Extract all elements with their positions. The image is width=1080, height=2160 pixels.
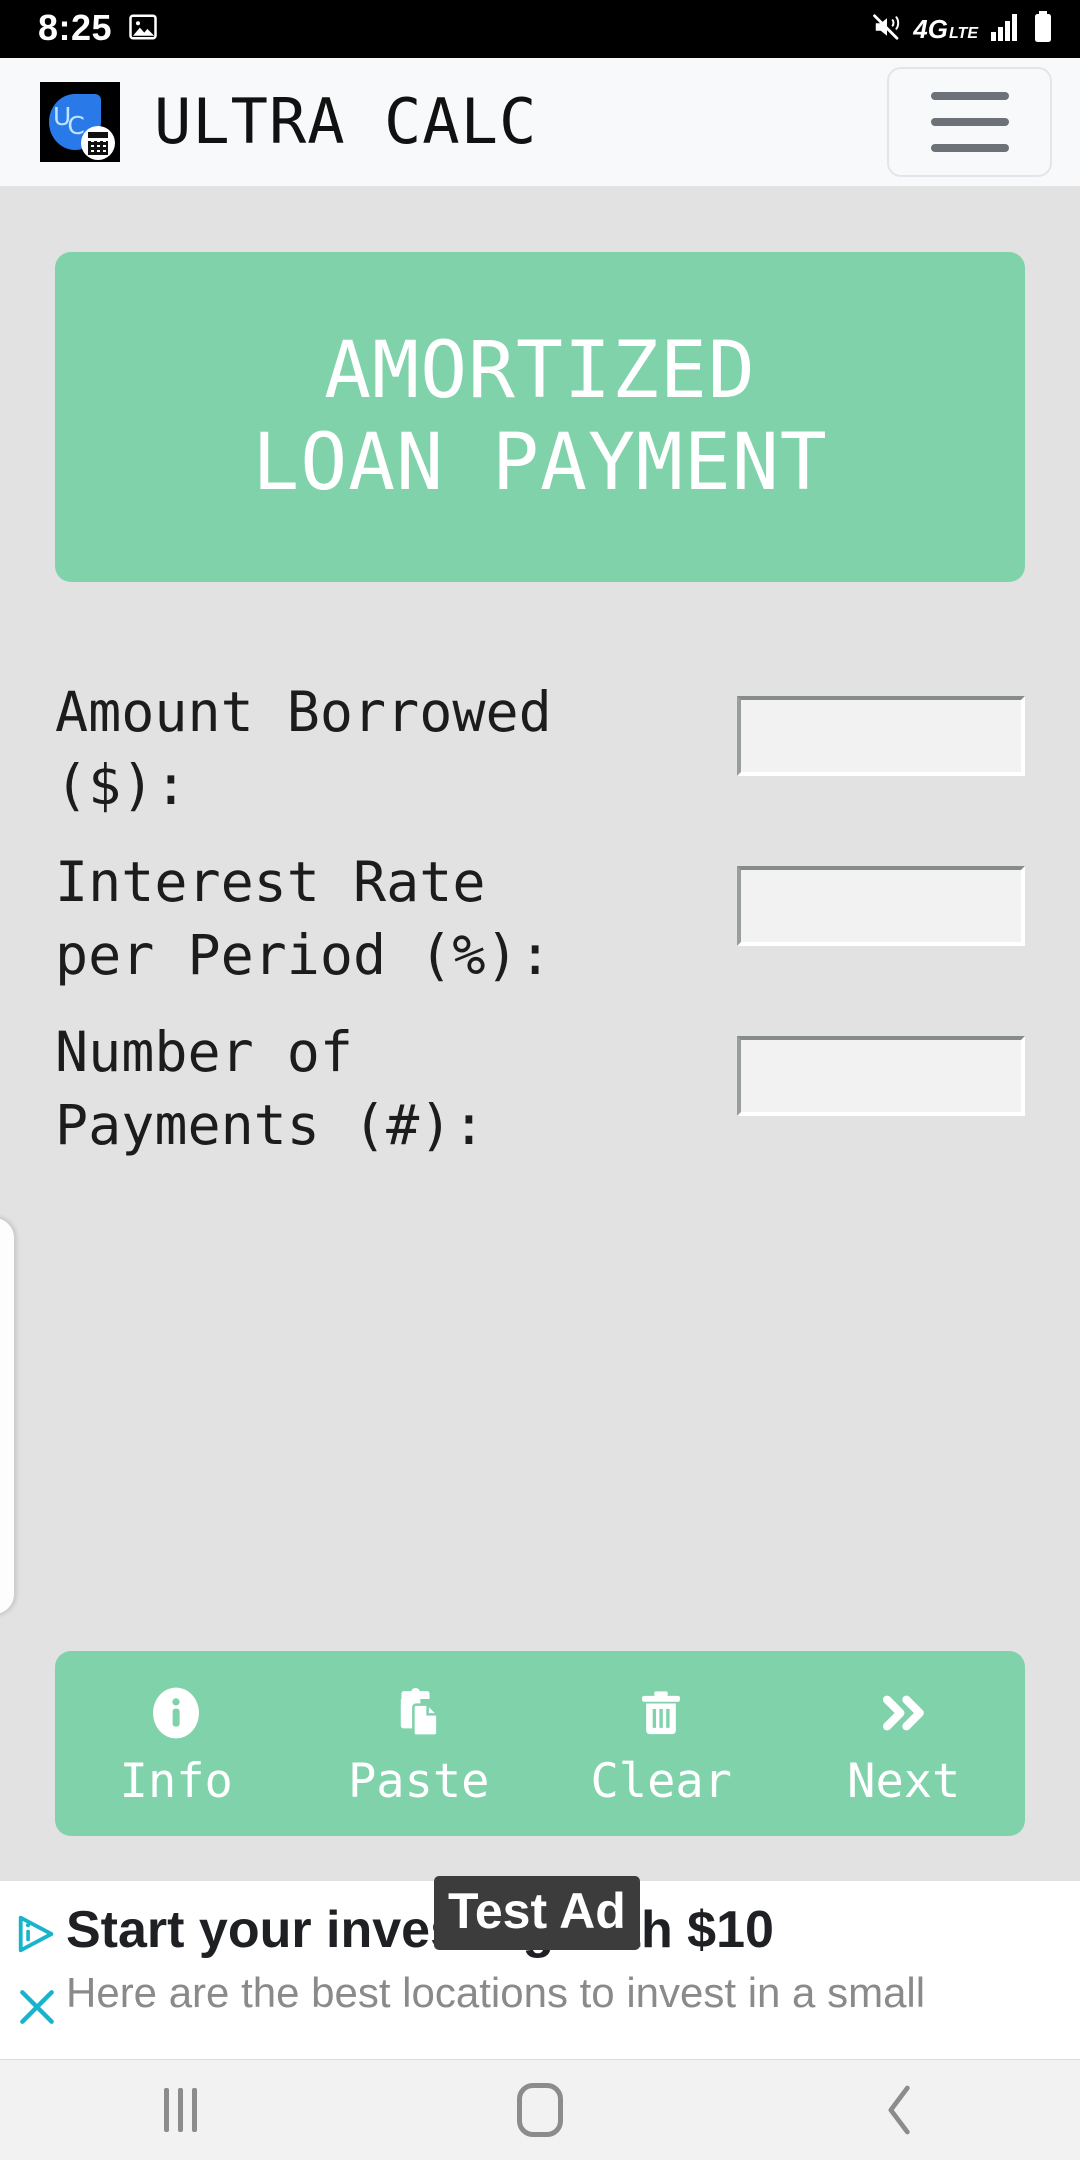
interest-rate-field[interactable] [737,866,1025,946]
info-circle-icon [147,1682,205,1744]
next-button[interactable]: Next [783,1651,1026,1836]
network-type-label: 4G [913,14,948,44]
paste-button-label: Paste [348,1754,490,1809]
clear-button-label: Clear [590,1754,732,1809]
recents-bar-1 [163,2088,169,2132]
logo-letter-c: C [67,111,85,140]
back-icon[interactable] [720,2081,1080,2139]
4g-lte-icon: 4G LTE [913,16,978,42]
recents-icon[interactable] [0,2088,360,2132]
home-icon[interactable] [360,2083,720,2137]
trash-icon [634,1682,688,1744]
number-of-payments-field[interactable] [737,1036,1025,1116]
recents-bar-2 [177,2088,183,2132]
close-x-icon[interactable] [15,1985,59,2033]
form-row: Number of Payments (#): [55,1016,1025,1162]
adchoices-icon[interactable] [14,1911,60,1961]
recents-bar-3 [191,2088,197,2132]
amount-borrowed-input[interactable] [741,700,1021,772]
clear-button[interactable]: Clear [540,1651,783,1836]
ad-subtext: Here are the best locations to invest in… [66,1969,926,2017]
network-subtype-label: LTE [948,25,978,42]
info-button[interactable]: Info [55,1651,298,1836]
signal-bars-icon [989,12,1021,46]
app-logo-icon: UC [40,82,120,162]
hamburger-menu-icon[interactable] [887,67,1052,177]
status-bar-left: 8:25 [38,7,158,48]
menu-bar-3 [930,144,1009,152]
menu-bar-2 [930,118,1009,126]
status-bar-right: 4G LTE [872,11,1054,47]
menu-bar-1 [930,92,1009,100]
action-toolbar: Info Paste Clear Next [55,1651,1025,1836]
mute-icon [872,12,902,46]
test-ad-badge: Test Ad [434,1876,640,1950]
battery-icon [1032,11,1054,47]
calculator-form: Amount Borrowed ($): Interest Rate per P… [55,676,1025,1186]
home-glyph [517,2083,563,2137]
calculator-title-banner: AMORTIZED LOAN PAYMENT [55,252,1025,582]
edge-panel-handle[interactable] [0,1216,16,1616]
back-glyph [888,2085,910,2135]
logo-letters: UC [53,104,85,138]
next-button-label: Next [847,1754,961,1809]
image-icon [128,12,158,46]
interest-rate-label: Interest Rate per Period (%): [55,850,552,987]
clipboard-paste-icon [391,1682,447,1744]
phone-screen: 8:25 4G LTE UC ULTRA CALC AMORTIZED LOAN… [0,0,1080,2160]
amount-borrowed-field[interactable] [737,696,1025,776]
interest-rate-input[interactable] [741,870,1021,942]
form-row: Amount Borrowed ($): [55,676,1025,822]
info-button-label: Info [119,1754,233,1809]
app-bar: UC ULTRA CALC [0,58,1080,186]
app-title: ULTRA CALC [154,85,538,158]
system-nav-bar [0,2060,1080,2160]
logo-calculator-icon [81,126,115,160]
double-chevron-right-icon [873,1682,935,1744]
form-row: Interest Rate per Period (%): [55,846,1025,992]
paste-button[interactable]: Paste [298,1651,541,1836]
status-bar-clock: 8:25 [38,7,113,48]
number-of-payments-input[interactable] [741,1040,1021,1112]
recents-glyph [163,2088,197,2132]
ad-controls [6,1911,68,2033]
status-bar: 8:25 4G LTE [0,0,1080,58]
main-content: AMORTIZED LOAN PAYMENT Amount Borrowed (… [0,186,1080,1860]
calculator-title: AMORTIZED LOAN PAYMENT [252,325,828,508]
amount-borrowed-label: Amount Borrowed ($): [55,680,552,817]
number-of-payments-label: Number of Payments (#): [55,1020,486,1157]
